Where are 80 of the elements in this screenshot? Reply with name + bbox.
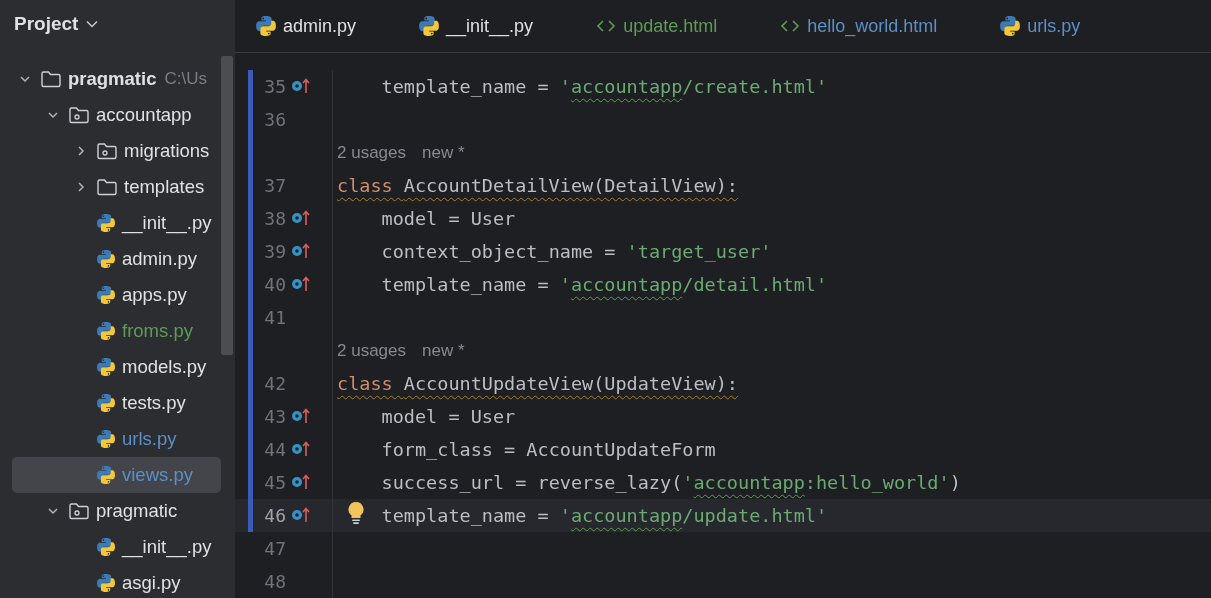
editor-tab[interactable]: admin.py: [255, 0, 357, 52]
override-icon[interactable]: [291, 440, 311, 458]
editor-tab[interactable]: update.html: [595, 0, 718, 52]
html-file-icon: [779, 18, 802, 34]
usages-hint[interactable]: 2 usages: [337, 142, 406, 163]
code-line: context_object_name = 'target_user': [381, 241, 772, 262]
package-folder-icon: [68, 502, 90, 520]
caret-icon: [86, 20, 99, 28]
line-number: 41: [264, 307, 286, 328]
python-file-icon: [96, 357, 116, 377]
code-line: model = User: [381, 208, 516, 229]
line-number: 47: [264, 538, 286, 559]
package-folder-icon: [68, 106, 90, 124]
scrollbar[interactable]: [221, 56, 233, 355]
python-file-icon: [999, 15, 1022, 37]
line-number: 45: [264, 472, 286, 493]
override-icon[interactable]: [291, 407, 311, 425]
tree-item[interactable]: apps.py: [122, 284, 187, 306]
line-number: 42: [264, 373, 286, 394]
python-file-icon: [96, 285, 116, 305]
code-line: template_name = 'accountapp/update.html': [381, 505, 828, 526]
python-file-icon: [96, 213, 116, 233]
tree-item[interactable]: tests.py: [122, 392, 186, 414]
python-file-icon: [96, 393, 116, 413]
folder-icon: [96, 178, 118, 196]
code-line: class AccountDetailView(DetailView):: [337, 175, 738, 196]
code-line: template_name = 'accountapp/create.html': [381, 76, 828, 97]
python-file-icon: [96, 537, 116, 557]
python-file-icon: [96, 249, 116, 269]
override-icon[interactable]: [291, 209, 311, 227]
folder-icon: [40, 70, 62, 88]
line-number: 46: [264, 505, 286, 526]
python-file-icon: [96, 429, 116, 449]
author-hint[interactable]: new *: [422, 340, 465, 361]
tree-item[interactable]: froms.py: [122, 320, 193, 342]
tree-item[interactable]: pragmatic: [68, 68, 157, 90]
line-number: 37: [264, 175, 286, 196]
editor-tab[interactable]: hello_world.html: [779, 0, 938, 52]
tree-item[interactable]: admin.py: [122, 248, 198, 270]
tree-item[interactable]: templates: [124, 176, 205, 198]
override-icon[interactable]: [291, 242, 311, 260]
tree-item[interactable]: __init__.py: [122, 536, 212, 558]
tree-item[interactable]: models.py: [122, 356, 207, 378]
python-file-icon: [255, 15, 277, 37]
tree-item[interactable]: accountapp: [96, 104, 192, 126]
line-number: 38: [264, 208, 286, 229]
editor-tab[interactable]: urls.py: [999, 0, 1081, 52]
line-number: 43: [264, 406, 286, 427]
override-icon[interactable]: [291, 506, 311, 524]
tree-item[interactable]: asgi.py: [122, 572, 181, 594]
tree-item[interactable]: __init__.py: [122, 212, 212, 234]
code-line: template_name = 'accountapp/detail.html': [381, 274, 828, 295]
override-icon[interactable]: [291, 77, 311, 95]
line-number: 35: [264, 76, 286, 97]
usages-hint[interactable]: 2 usages: [337, 340, 406, 361]
project-view-dropdown[interactable]: Project: [14, 13, 99, 35]
package-folder-icon: [96, 142, 118, 160]
code-line: form_class = AccountUpdateForm: [381, 439, 716, 460]
line-number: 40: [264, 274, 286, 295]
line-number: 36: [264, 109, 286, 130]
tree-item[interactable]: migrations: [124, 140, 210, 162]
python-file-icon: [96, 465, 116, 485]
lightbulb-icon[interactable]: [347, 501, 365, 525]
line-number: 39: [264, 241, 286, 262]
project-path: C:\Us: [164, 69, 207, 89]
python-file-icon: [96, 321, 116, 341]
python-file-icon: [96, 573, 116, 593]
code-line: class AccountUpdateView(UpdateView):: [337, 373, 738, 394]
editor-tab[interactable]: __init__.py: [418, 0, 534, 52]
line-number: 44: [264, 439, 286, 460]
override-icon[interactable]: [291, 473, 311, 491]
code-line: success_url = reverse_lazy('accountapp:hello_world'): [381, 472, 961, 493]
python-file-icon: [418, 15, 441, 37]
code-line: model = User: [381, 406, 516, 427]
line-number: 48: [264, 571, 286, 592]
html-file-icon: [595, 18, 618, 34]
tree-item[interactable]: urls.py: [122, 428, 177, 450]
author-hint[interactable]: new *: [422, 142, 465, 163]
tree-item[interactable]: pragmatic: [96, 500, 178, 522]
override-icon[interactable]: [291, 275, 311, 293]
